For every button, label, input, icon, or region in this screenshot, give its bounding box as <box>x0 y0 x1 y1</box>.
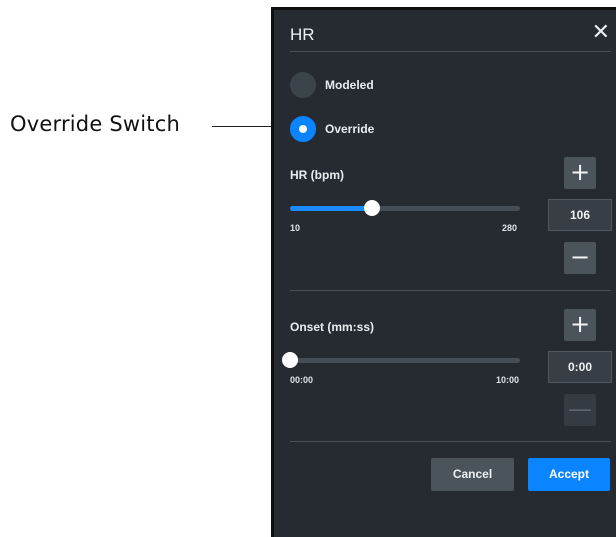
onset-slider[interactable] <box>282 352 520 368</box>
section-divider <box>290 290 611 291</box>
onset-value-field[interactable]: 0:00 <box>548 351 612 383</box>
hr-increment-button[interactable]: + <box>564 157 596 189</box>
accept-button[interactable]: Accept <box>528 458 610 491</box>
plus-icon: + <box>569 158 591 186</box>
hr-label: HR (bpm) <box>290 168 344 182</box>
onset-max-label: 10:00 <box>496 375 520 385</box>
hr-dialog: HR ✕ Modeled Override HR (bpm) + 10 280 … <box>271 7 616 537</box>
modeled-option[interactable]: Modeled <box>290 72 374 98</box>
cancel-button[interactable]: Cancel <box>431 458 514 491</box>
onset-decrement-button[interactable]: — <box>564 394 596 426</box>
onset-increment-button[interactable]: + <box>564 309 596 341</box>
minus-icon: — <box>568 395 592 423</box>
modeled-radio[interactable] <box>290 72 316 98</box>
minus-icon: − <box>569 243 591 271</box>
hr-decrement-button[interactable]: − <box>564 242 596 274</box>
hr-slider-thumb[interactable] <box>363 200 380 216</box>
hr-max-label: 280 <box>502 223 518 233</box>
hr-slider-fill <box>290 206 372 211</box>
override-label: Override <box>325 122 375 136</box>
footer-divider <box>290 441 611 442</box>
dialog-title: HR <box>290 25 315 44</box>
title-divider <box>290 51 611 52</box>
override-radio[interactable] <box>290 116 316 142</box>
override-option[interactable]: Override <box>290 116 374 142</box>
override-switch-callout: Override Switch <box>10 112 180 136</box>
hr-min-label: 10 <box>290 223 301 233</box>
onset-min-label: 00:00 <box>290 375 314 385</box>
onset-label: Onset (mm:ss) <box>290 320 375 334</box>
plus-icon: + <box>569 310 591 338</box>
hr-slider[interactable] <box>290 200 520 216</box>
close-icon[interactable]: ✕ <box>592 22 610 44</box>
hr-value-field[interactable]: 106 <box>548 199 612 231</box>
onset-slider-thumb[interactable] <box>282 352 298 368</box>
modeled-label: Modeled <box>325 78 374 92</box>
